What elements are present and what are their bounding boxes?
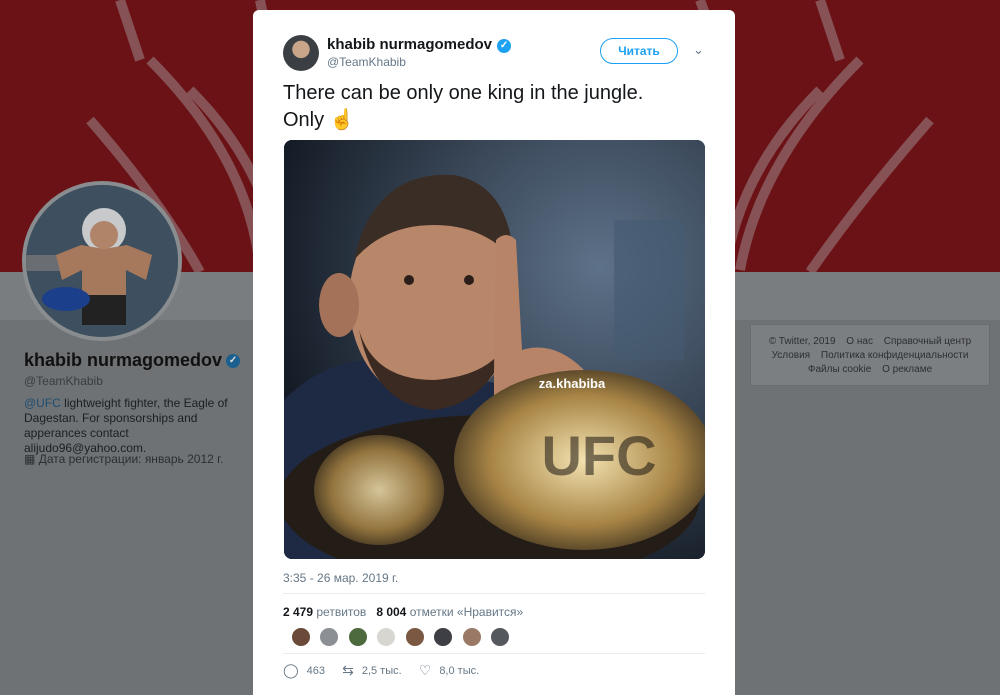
verified-badge-icon: ✓ [497,39,512,53]
profile-bio: @UFC lightweight fighter, the Eagle of D… [24,396,244,456]
retweet-icon: ⇆ [342,662,354,678]
verified-badge-icon: ✓ [226,354,241,369]
liker-avatar[interactable] [404,627,425,647]
divider [283,593,705,594]
divider [283,653,705,654]
retweet-button[interactable]: ⇆ 2,5 тыс. [342,662,402,679]
footer-about-link[interactable]: О нас [846,336,873,347]
footer-privacy-link[interactable]: Политика конфиденциальности [821,350,969,361]
profile-name[interactable]: khabib nurmagomedov ✓ [24,350,241,371]
site-footer: © Twitter, 2019 О нас Справочный центр У… [750,324,990,386]
tweet-text: There can be only one king in the jungle… [283,80,703,134]
profile-avatar[interactable] [22,181,182,341]
footer-ads-link[interactable]: О рекламе [882,364,932,375]
liker-avatar[interactable] [490,627,511,647]
liker-avatar[interactable] [319,627,340,647]
reply-button[interactable]: ◯ 463 [283,662,325,679]
follow-button[interactable]: Читать [600,38,678,64]
author-handle[interactable]: @TeamKhabib [327,55,406,69]
heart-icon: ♡ [418,662,432,678]
footer-terms-link[interactable]: Условия [772,350,811,361]
author-name[interactable]: khabib nurmagomedov ✓ [327,36,512,53]
pointing-up-emoji: ☝ [329,109,355,131]
liker-avatar[interactable] [376,627,397,647]
like-button[interactable]: ♡ 8,0 тыс. [419,662,479,679]
calendar-icon: ▦ [24,452,36,466]
tweet-photo[interactable]: UFC za.khabiba [284,140,705,559]
retweets-label[interactable]: ретвитов [316,605,366,619]
tweet-modal: khabib nurmagomedov ✓ @TeamKhabib Читать … [253,10,735,695]
footer-cookies-link[interactable]: Файлы cookie [808,364,871,375]
liker-avatar[interactable] [291,627,311,647]
image-watermark: za.khabiba [539,376,606,391]
reply-icon: ◯ [283,662,299,678]
tweet-text-line2: Only [283,109,325,131]
tweet-actions: ◯ 463 ⇆ 2,5 тыс. ♡ 8,0 тыс. [283,662,493,679]
profile-handle[interactable]: @TeamKhabib [24,374,103,388]
chevron-down-icon[interactable]: ⌄ [693,42,704,58]
likes-label[interactable]: отметки «Нравится» [410,605,524,619]
joined-date: ▦ Дата регистрации: январь 2012 г. [24,452,224,466]
likers-avatars [291,627,514,647]
tweet-timestamp[interactable]: 3:35 - 26 мар. 2019 г. [283,571,398,585]
tweet-stats: 2 479 ретвитов 8 004 отметки «Нравится» [283,605,523,619]
likes-count[interactable]: 8 004 [376,605,406,619]
author-avatar[interactable] [283,35,319,71]
footer-help-link[interactable]: Справочный центр [884,336,971,347]
liker-avatar[interactable] [347,627,368,647]
footer-copyright: © Twitter, 2019 [768,336,836,347]
tweet-text-line1: There can be only one king in the jungle… [283,82,644,104]
svg-text:UFC: UFC [541,424,656,487]
ufc-mention-link[interactable]: @UFC [24,396,61,410]
liker-avatar[interactable] [461,627,482,647]
retweets-count[interactable]: 2 479 [283,605,313,619]
liker-avatar[interactable] [433,627,454,647]
